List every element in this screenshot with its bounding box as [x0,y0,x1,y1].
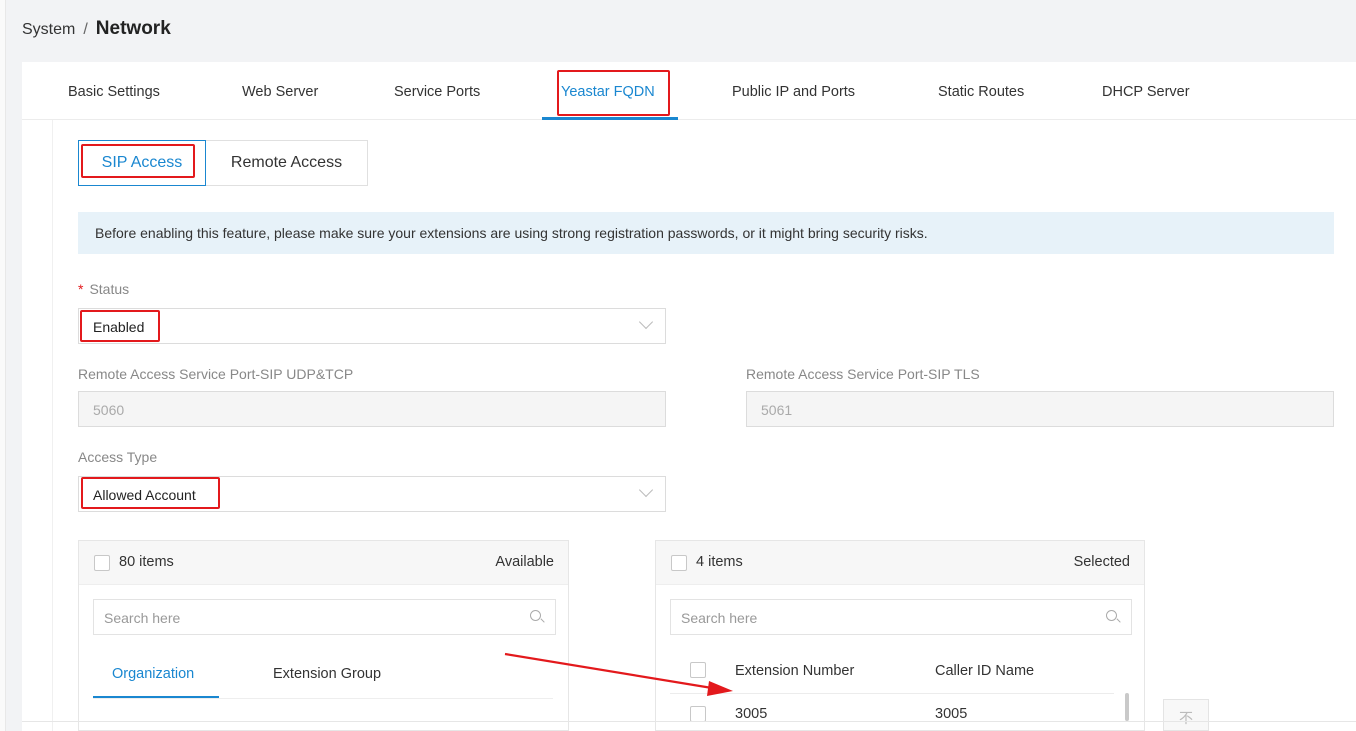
annotation-arrow [504,652,733,696]
